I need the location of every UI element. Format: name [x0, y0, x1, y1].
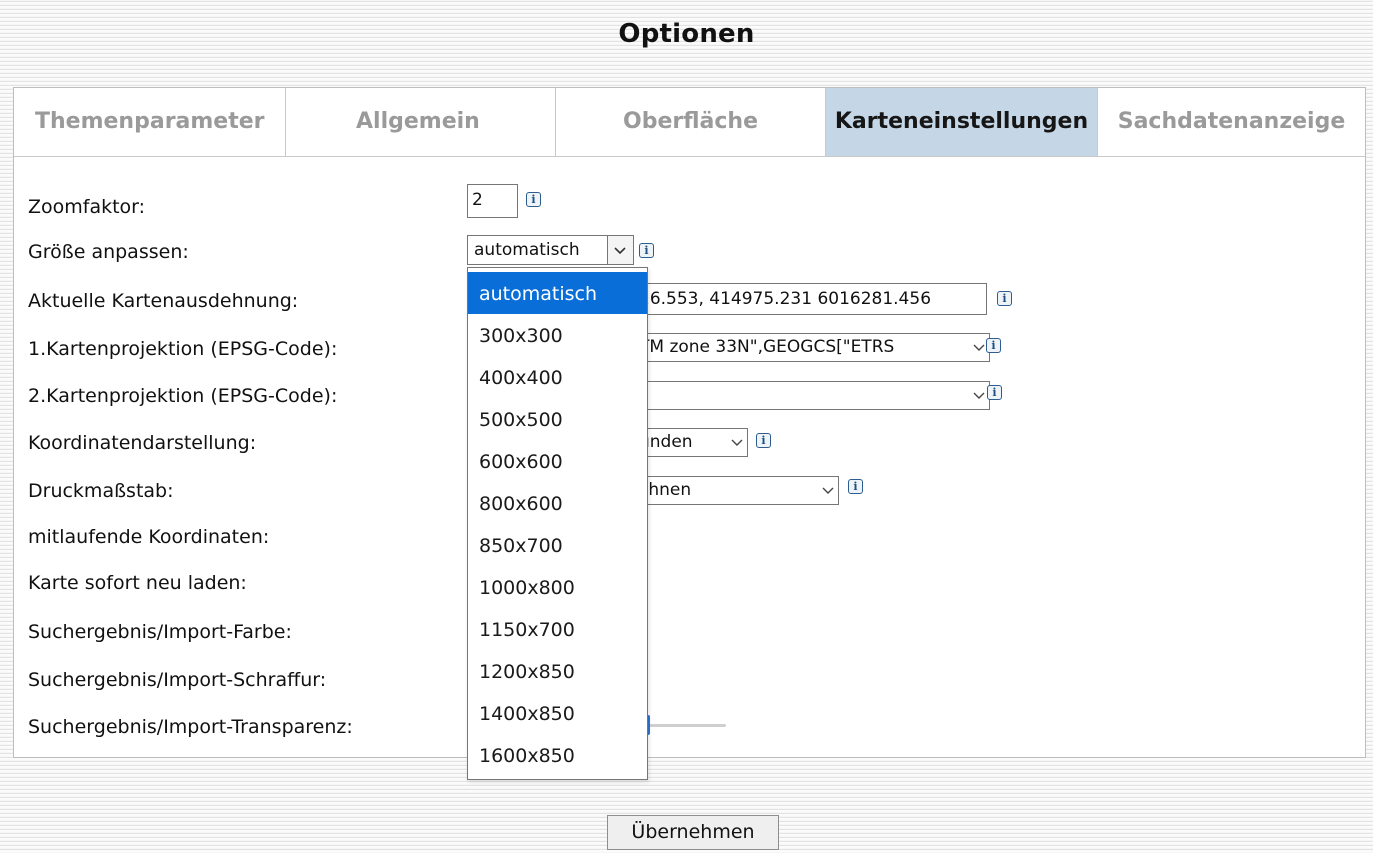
zoom-input[interactable]: 2: [467, 184, 518, 218]
coord-display-label: Koordinatendarstellung:: [28, 432, 257, 454]
tab-sachdatenanzeige[interactable]: Sachdatenanzeige: [1098, 88, 1365, 156]
dropdown-option[interactable]: 1400x850: [468, 692, 647, 734]
print-scale-select[interactable]: chnen: [634, 476, 839, 505]
chevron-down-icon: [973, 334, 985, 361]
dropdown-option[interactable]: 400x400: [468, 356, 647, 398]
search-transparency-label: Suchergebnis/Import-Transparenz:: [28, 716, 353, 738]
tab-bar: Themenparameter Allgemein Oberfläche Kar…: [14, 88, 1365, 157]
size-select-value: automatisch: [474, 240, 580, 260]
info-icon[interactable]: i: [756, 433, 771, 448]
size-dropdown-list: automatisch 300x300 400x400 500x500 600x600 8…: [467, 267, 648, 780]
chevron-down-icon: [822, 477, 834, 504]
print-scale-label: Druckmaßstab:: [28, 480, 174, 502]
dropdown-option[interactable]: automatisch: [468, 272, 647, 314]
info-icon[interactable]: i: [997, 291, 1012, 306]
info-icon[interactable]: i: [639, 243, 654, 258]
transparency-slider-track[interactable]: [644, 724, 726, 727]
tab-allgemein[interactable]: Allgemein: [286, 88, 556, 156]
chevron-down-icon[interactable]: [607, 236, 633, 264]
dropdown-option[interactable]: 1600x850: [468, 734, 647, 776]
tab-themenparameter[interactable]: Themenparameter: [14, 88, 286, 156]
proj1-label: 1.Kartenprojektion (EPSG-Code):: [28, 338, 338, 360]
dropdown-option[interactable]: 600x600: [468, 440, 647, 482]
live-coords-label: mitlaufende Koordinaten:: [28, 526, 270, 548]
proj1-select-value: TM zone 33N",GEOGCS["ETRS: [639, 337, 895, 357]
dropdown-option[interactable]: 500x500: [468, 398, 647, 440]
page-title: Optionen: [618, 19, 755, 49]
apply-button[interactable]: Übernehmen: [607, 815, 779, 850]
reload-label: Karte sofort neu laden:: [28, 572, 247, 594]
proj1-select[interactable]: TM zone 33N",GEOGCS["ETRS: [634, 333, 990, 362]
extent-input[interactable]: 26.553, 414975.231 6016281.456: [634, 283, 987, 315]
proj2-label: 2.Kartenprojektion (EPSG-Code):: [28, 385, 338, 407]
search-color-label: Suchergebnis/Import-Farbe:: [28, 621, 292, 643]
extent-label: Aktuelle Kartenausdehnung:: [28, 290, 299, 312]
dropdown-option[interactable]: 300x300: [468, 314, 647, 356]
size-select[interactable]: automatisch: [467, 235, 634, 265]
dropdown-option[interactable]: 850x700: [468, 524, 647, 566]
dropdown-option[interactable]: 1150x700: [468, 608, 647, 650]
size-label: Größe anpassen:: [28, 241, 189, 263]
dropdown-option[interactable]: 1000x800: [468, 566, 647, 608]
chevron-down-icon: [731, 429, 743, 456]
info-icon[interactable]: i: [526, 192, 541, 207]
search-hatch-label: Suchergebnis/Import-Schraffur:: [28, 669, 327, 691]
dropdown-option[interactable]: 800x600: [468, 482, 647, 524]
tab-oberflaeche[interactable]: Oberfläche: [556, 88, 826, 156]
info-icon[interactable]: i: [986, 338, 1001, 353]
options-panel: Themenparameter Allgemein Oberfläche Kar…: [13, 87, 1366, 758]
info-icon[interactable]: i: [848, 479, 863, 494]
info-icon[interactable]: i: [987, 385, 1002, 400]
proj2-select[interactable]: [634, 381, 990, 410]
coord-display-select[interactable]: unden: [634, 428, 748, 457]
dropdown-option[interactable]: 1200x850: [468, 650, 647, 692]
tab-karteneinstellungen[interactable]: Karteneinstellungen: [826, 88, 1098, 156]
chevron-down-icon: [973, 382, 985, 409]
zoom-label: Zoomfaktor:: [28, 196, 146, 218]
